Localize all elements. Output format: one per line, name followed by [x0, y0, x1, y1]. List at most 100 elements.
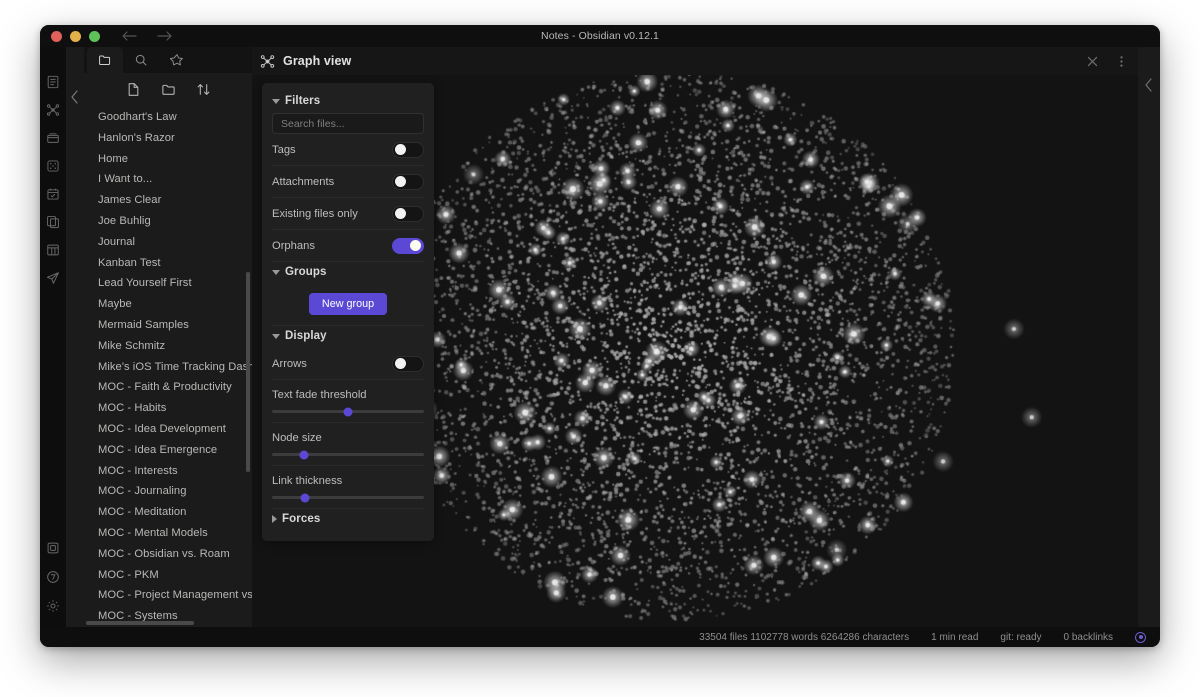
- toggle-knob: [395, 144, 406, 155]
- slider-label-node-size: Node size: [272, 432, 322, 444]
- forces-section-header[interactable]: Forces: [262, 509, 434, 531]
- toggle-existing-files-only[interactable]: [392, 205, 424, 222]
- graph-view-icon: [260, 54, 275, 69]
- filters-section-title: Filters: [285, 95, 321, 107]
- file-list-item[interactable]: MOC - Journaling: [84, 481, 252, 502]
- filter-row-tags: Tags: [272, 134, 424, 166]
- tab-search[interactable]: [123, 47, 159, 73]
- file-list-item[interactable]: MOC - Mental Models: [84, 523, 252, 544]
- file-list-item[interactable]: James Clear: [84, 190, 252, 211]
- file-list-item[interactable]: Mike's iOS Time Tracking Dashbo: [84, 357, 252, 378]
- settings-icon[interactable]: [46, 598, 61, 613]
- new-note-icon[interactable]: [126, 82, 141, 97]
- display-row-arrows: Arrows: [272, 348, 424, 380]
- file-list-item[interactable]: Joe Buhlig: [84, 211, 252, 232]
- close-icon[interactable]: [1086, 55, 1099, 68]
- file-list[interactable]: Goodhart's Law Hanlon's Razor Home I Want t…: [84, 105, 252, 627]
- new-folder-icon[interactable]: [161, 82, 176, 97]
- dice-icon[interactable]: [46, 158, 61, 173]
- collapse-right-sidebar-button[interactable]: [1138, 47, 1160, 627]
- send-icon[interactable]: [46, 270, 61, 285]
- toggle-attachments[interactable]: [392, 173, 424, 190]
- templates-icon[interactable]: [46, 214, 61, 229]
- help-icon[interactable]: [46, 569, 61, 584]
- back-arrow-icon[interactable]: [122, 30, 138, 42]
- file-list-item[interactable]: Mermaid Samples: [84, 315, 252, 336]
- window-titlebar: Notes - Obsidian v0.12.1: [40, 25, 1160, 47]
- slider-handle[interactable]: [343, 407, 353, 416]
- screenshot-root: Notes - Obsidian v0.12.1 Goodhart's Law …: [0, 0, 1200, 697]
- app-body: Goodhart's Law Hanlon's Razor Home I Want t…: [40, 47, 1160, 627]
- toggle-orphans[interactable]: [392, 237, 424, 254]
- file-list-item[interactable]: I Want to...: [84, 169, 252, 190]
- sort-icon[interactable]: [196, 82, 211, 97]
- file-list-item[interactable]: MOC - Interests: [84, 461, 252, 482]
- graph-view-icon[interactable]: [46, 102, 61, 117]
- file-list-item[interactable]: Mike Schmitz: [84, 336, 252, 357]
- file-list-item[interactable]: Hanlon's Razor: [84, 128, 252, 149]
- new-group-button[interactable]: New group: [308, 293, 388, 315]
- status-file-stats: 33504 files 1102778 words 6264286 charac…: [699, 631, 910, 643]
- file-list-item[interactable]: Kanban Test: [84, 253, 252, 274]
- file-list-item[interactable]: Lead Yourself First: [84, 273, 252, 294]
- display-section-header[interactable]: Display: [262, 326, 434, 348]
- chevron-down-icon: [272, 333, 280, 339]
- file-list-item[interactable]: MOC - Habits: [84, 398, 252, 419]
- sync-status-icon[interactable]: [1135, 631, 1146, 643]
- status-bar: 33504 files 1102778 words 6264286 charac…: [40, 627, 1160, 647]
- status-backlinks[interactable]: 0 backlinks: [1064, 632, 1113, 643]
- forward-arrow-icon[interactable]: [156, 30, 172, 42]
- archive-icon[interactable]: [46, 130, 61, 145]
- toggle-arrows[interactable]: [392, 355, 424, 372]
- slider-label-link-thickness: Link thickness: [272, 475, 343, 487]
- search-input[interactable]: [272, 113, 424, 134]
- filters-section-header[interactable]: Filters: [262, 91, 434, 113]
- graph-view-header: Graph view: [252, 47, 1138, 75]
- file-list-item[interactable]: MOC - Project Management vs. T: [84, 585, 252, 606]
- file-list-item[interactable]: Home: [84, 149, 252, 170]
- file-list-item[interactable]: MOC - PKM: [84, 565, 252, 586]
- filter-row-attachments: Attachments: [272, 166, 424, 198]
- kanban-icon[interactable]: [46, 242, 61, 257]
- file-list-item[interactable]: Goodhart's Law: [84, 107, 252, 128]
- filter-label-existing-files-only: Existing files only: [272, 207, 358, 220]
- daily-note-icon[interactable]: [46, 74, 61, 89]
- graph-controls-panel: Filters Tags Attachments: [262, 83, 434, 541]
- sidebar-vertical-scrollbar[interactable]: [246, 272, 250, 472]
- slider-handle[interactable]: [299, 450, 309, 459]
- slider-text-fade-threshold[interactable]: [272, 407, 424, 416]
- tab-file-explorer[interactable]: [87, 47, 123, 73]
- forces-section-title: Forces: [282, 513, 321, 525]
- zoom-window-button[interactable]: [89, 30, 100, 42]
- graph-view-pane: Graph view Filters Search files... Tags …: [252, 47, 1138, 627]
- file-list-item[interactable]: MOC - Faith & Productivity: [84, 377, 252, 398]
- calendar-icon[interactable]: [46, 186, 61, 201]
- view-header-actions: [1086, 55, 1128, 68]
- slider-handle[interactable]: [300, 493, 310, 502]
- navigation-arrows: [122, 30, 172, 42]
- slider-block-text-fade-threshold: Text fade threshold: [272, 380, 424, 423]
- minimize-window-button[interactable]: [70, 30, 81, 42]
- chevron-down-icon: [272, 98, 280, 104]
- file-list-item[interactable]: Journal: [84, 232, 252, 253]
- slider-node-size[interactable]: [272, 450, 424, 459]
- file-list-item[interactable]: MOC - Meditation: [84, 502, 252, 523]
- tab-starred[interactable]: [159, 47, 195, 73]
- display-label-arrows: Arrows: [272, 357, 307, 370]
- collapse-left-sidebar-button[interactable]: [66, 47, 84, 627]
- file-list-item[interactable]: MOC - Obsidian vs. Roam: [84, 544, 252, 565]
- file-list-item[interactable]: MOC - Idea Development: [84, 419, 252, 440]
- filter-row-existing-files-only: Existing files only: [272, 198, 424, 230]
- workspace-icon[interactable]: [46, 540, 61, 555]
- toggle-tags[interactable]: [392, 141, 424, 158]
- slider-label-text-fade-threshold: Text fade threshold: [272, 389, 367, 401]
- graph-canvas-area[interactable]: Filters Tags Attachments: [252, 75, 1138, 627]
- close-window-button[interactable]: [51, 30, 62, 42]
- file-list-item[interactable]: Maybe: [84, 294, 252, 315]
- more-vertical-icon[interactable]: [1115, 55, 1128, 68]
- sidebar-horizontal-scrollbar[interactable]: [86, 621, 194, 625]
- file-list-item[interactable]: MOC - Idea Emergence: [84, 440, 252, 461]
- status-git[interactable]: git: ready: [1000, 632, 1041, 643]
- groups-section-header[interactable]: Groups: [262, 262, 434, 284]
- slider-link-thickness[interactable]: [272, 493, 424, 502]
